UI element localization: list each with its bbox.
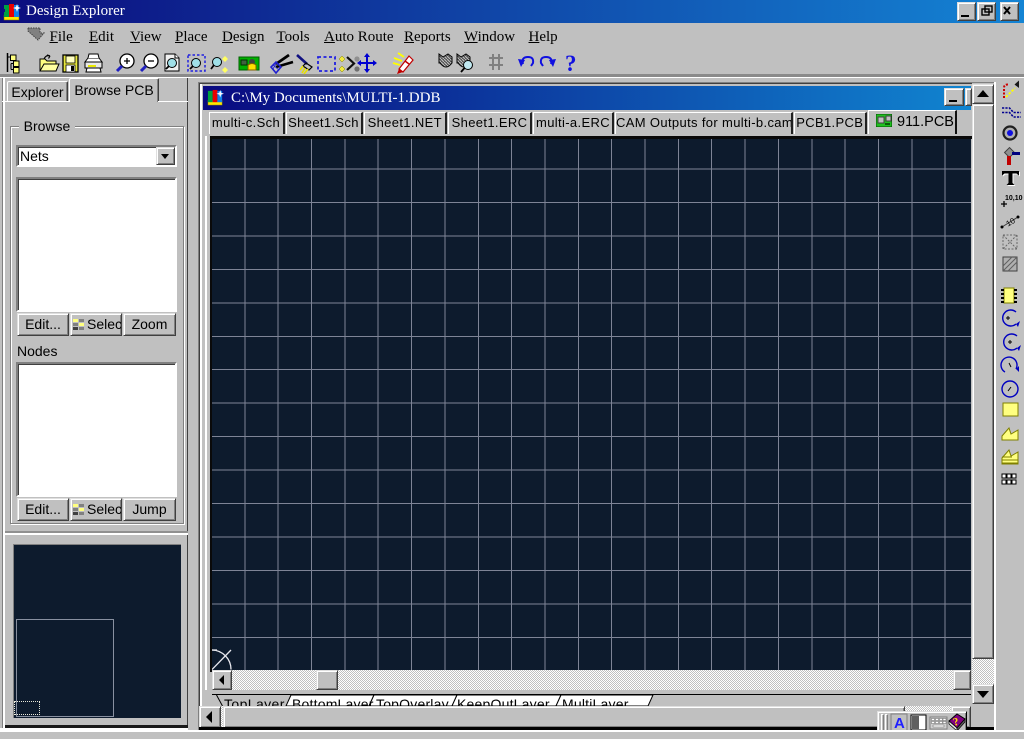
svg-text:10: 10	[1005, 216, 1018, 229]
svg-text:?: ?	[565, 51, 577, 76]
svg-text:10,10: 10,10	[1005, 195, 1023, 202]
